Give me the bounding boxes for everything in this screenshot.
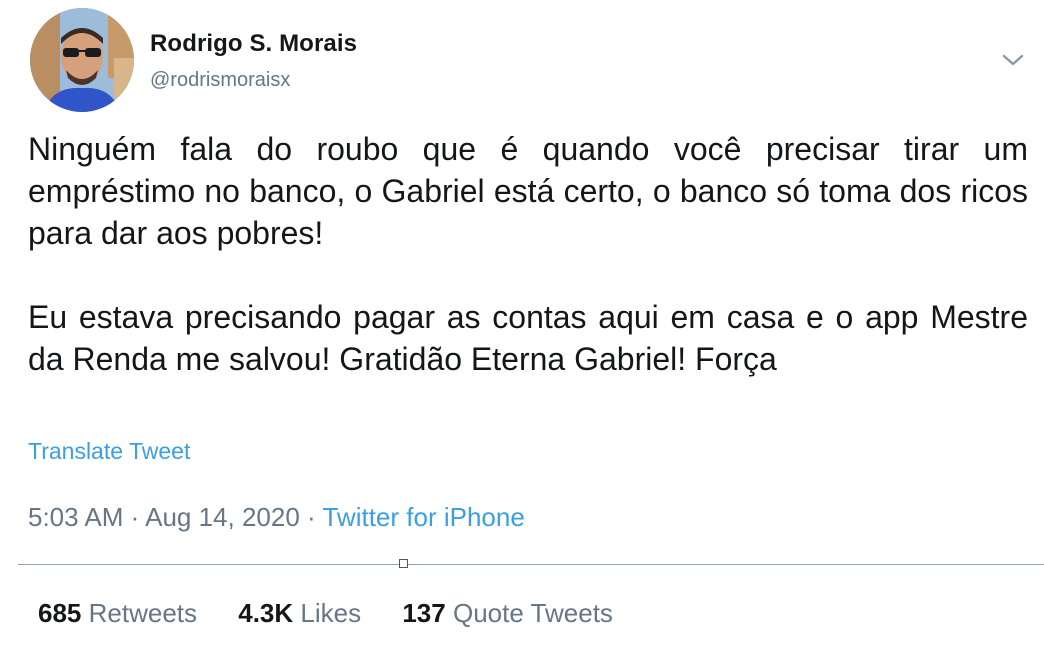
quote-tweets-label: Quote Tweets <box>452 598 613 628</box>
retweets-label: Retweets <box>88 598 198 628</box>
tweet-date[interactable]: Aug 14, 2020 <box>145 502 300 532</box>
likes-label: Likes <box>300 598 362 628</box>
quote-tweets-count: 137 <box>402 598 446 628</box>
retweets-count: 685 <box>38 598 82 628</box>
author-handle[interactable]: @rodrismoraisx <box>150 69 290 92</box>
quote-tweets-stat[interactable]: 137 Quote Tweets <box>402 598 613 629</box>
avatar[interactable] <box>30 8 134 112</box>
divider <box>18 564 1044 565</box>
meta-separator: · <box>307 502 316 532</box>
tweet-stats: 685 Retweets 4.3K Likes 137 Quote Tweets <box>38 598 647 629</box>
likes-count: 4.3K <box>238 598 294 628</box>
author-name[interactable]: Rodrigo S. Morais <box>150 30 357 58</box>
tweet-card: Rodrigo S. Morais @rodrismoraisx Ninguém… <box>0 0 1044 662</box>
tweet-text: Ninguém fala do roubo que é quando você … <box>28 128 1028 380</box>
meta-separator: · <box>130 502 140 532</box>
tweet-source-link[interactable]: Twitter for iPhone <box>322 502 524 532</box>
tweet-time[interactable]: 5:03 AM <box>28 502 123 532</box>
likes-stat[interactable]: 4.3K Likes <box>238 598 361 629</box>
retweets-stat[interactable]: 685 Retweets <box>38 598 197 629</box>
resize-handle[interactable] <box>399 559 408 568</box>
tweet-meta: 5:03 AM · Aug 14, 2020 · Twitter for iPh… <box>28 502 525 533</box>
avatar-photo <box>30 8 134 112</box>
chevron-down-icon[interactable] <box>1000 50 1026 70</box>
tweet-paragraph-2: Eu estava precisando pagar as contas aqu… <box>28 299 1028 377</box>
tweet-paragraph-1: Ninguém fala do roubo que é quando você … <box>28 131 1028 251</box>
translate-tweet-link[interactable]: Translate Tweet <box>28 438 190 465</box>
